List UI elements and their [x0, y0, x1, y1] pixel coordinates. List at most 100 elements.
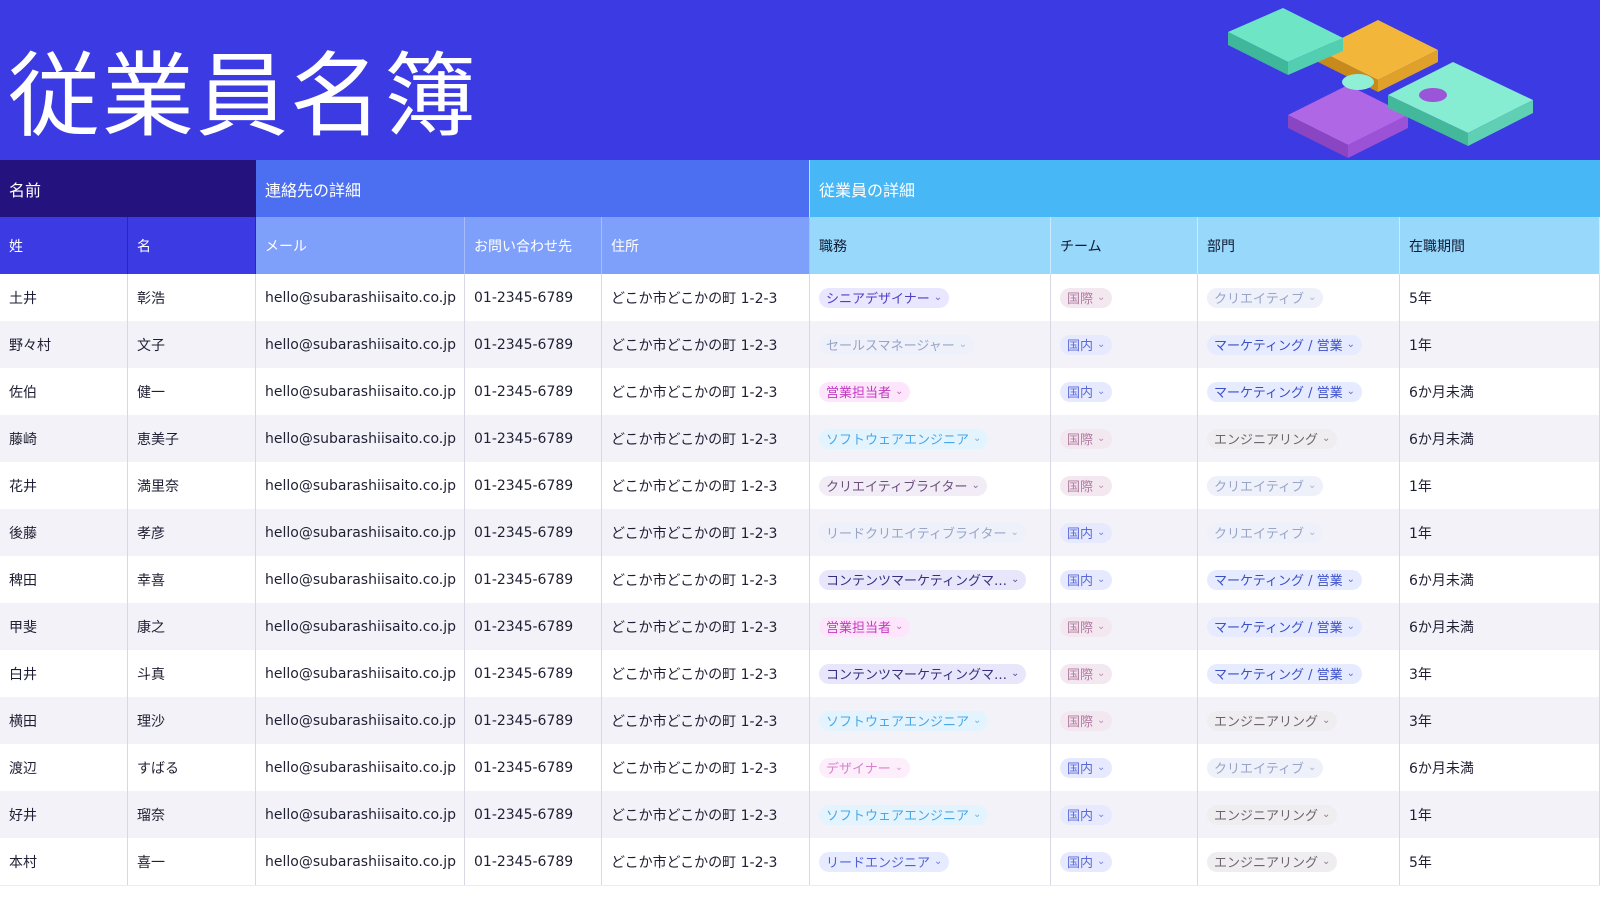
cell-phone[interactable]: 01-2345-6789: [465, 274, 602, 321]
table-row[interactable]: 土井 彰浩 hello@subarashiisaito.co.jp 01-2345-6…: [0, 274, 1600, 322]
column-header-team[interactable]: チーム: [1051, 217, 1198, 274]
cell-address[interactable]: どこか市どこかの町 1-2-3: [602, 462, 810, 509]
dept-dropdown[interactable]: エンジニアリング ⌄: [1207, 428, 1338, 449]
cell-email[interactable]: hello@subarashiisaito.co.jp: [256, 274, 465, 321]
cell-tenure[interactable]: 5年: [1400, 274, 1600, 321]
cell-email[interactable]: hello@subarashiisaito.co.jp: [256, 462, 465, 509]
team-dropdown[interactable]: 国内 ⌄: [1060, 569, 1113, 590]
team-dropdown[interactable]: 国内 ⌄: [1060, 851, 1113, 872]
team-dropdown[interactable]: 国内 ⌄: [1060, 757, 1113, 778]
cell-address[interactable]: どこか市どこかの町 1-2-3: [602, 603, 810, 650]
cell-email[interactable]: hello@subarashiisaito.co.jp: [256, 838, 465, 885]
dept-dropdown[interactable]: クリエイティブ ⌄: [1207, 522, 1324, 543]
dept-dropdown[interactable]: クリエイティブ ⌄: [1207, 475, 1324, 496]
cell-first-name[interactable]: 健一: [128, 368, 256, 415]
cell-last-name[interactable]: 土井: [0, 274, 128, 321]
team-dropdown[interactable]: 国内 ⌄: [1060, 381, 1113, 402]
cell-first-name[interactable]: すばる: [128, 744, 256, 791]
cell-last-name[interactable]: 藤崎: [0, 415, 128, 462]
column-header-tenure[interactable]: 在職期間: [1400, 217, 1600, 274]
dept-dropdown[interactable]: クリエイティブ ⌄: [1207, 757, 1324, 778]
cell-last-name[interactable]: 横田: [0, 697, 128, 744]
cell-phone[interactable]: 01-2345-6789: [465, 744, 602, 791]
table-row[interactable]: 甲斐 康之 hello@subarashiisaito.co.jp 01-2345-6…: [0, 603, 1600, 651]
dept-dropdown[interactable]: マーケティング / 営業 ⌄: [1207, 381, 1362, 402]
cell-tenure[interactable]: 6か月未満: [1400, 415, 1600, 462]
role-dropdown[interactable]: ソフトウェアエンジニア ⌄: [819, 804, 989, 825]
cell-address[interactable]: どこか市どこかの町 1-2-3: [602, 838, 810, 885]
cell-phone[interactable]: 01-2345-6789: [465, 603, 602, 650]
table-row[interactable]: 後藤 孝彦 hello@subarashiisaito.co.jp 01-2345-6…: [0, 509, 1600, 557]
cell-first-name[interactable]: 理沙: [128, 697, 256, 744]
cell-address[interactable]: どこか市どこかの町 1-2-3: [602, 415, 810, 462]
cell-email[interactable]: hello@subarashiisaito.co.jp: [256, 321, 465, 368]
table-row[interactable]: 野々村 文子 hello@subarashiisaito.co.jp 01-2345-…: [0, 321, 1600, 369]
cell-last-name[interactable]: 花井: [0, 462, 128, 509]
cell-phone[interactable]: 01-2345-6789: [465, 556, 602, 603]
cell-last-name[interactable]: 渡辺: [0, 744, 128, 791]
cell-last-name[interactable]: 好井: [0, 791, 128, 838]
role-dropdown[interactable]: クリエイティブライター ⌄: [819, 475, 987, 496]
cell-first-name[interactable]: 文子: [128, 321, 256, 368]
cell-address[interactable]: どこか市どこかの町 1-2-3: [602, 274, 810, 321]
cell-last-name[interactable]: 本村: [0, 838, 128, 885]
table-row[interactable]: 横田 理沙 hello@subarashiisaito.co.jp 01-2345-6…: [0, 697, 1600, 745]
table-row[interactable]: 本村 喜一 hello@subarashiisaito.co.jp 01-2345-6…: [0, 838, 1600, 886]
cell-address[interactable]: どこか市どこかの町 1-2-3: [602, 791, 810, 838]
cell-tenure[interactable]: 6か月未満: [1400, 368, 1600, 415]
cell-tenure[interactable]: 1年: [1400, 791, 1600, 838]
cell-last-name[interactable]: 野々村: [0, 321, 128, 368]
cell-email[interactable]: hello@subarashiisaito.co.jp: [256, 791, 465, 838]
cell-tenure[interactable]: 6か月未満: [1400, 556, 1600, 603]
cell-email[interactable]: hello@subarashiisaito.co.jp: [256, 650, 465, 697]
role-dropdown[interactable]: リードエンジニア ⌄: [819, 851, 950, 872]
cell-last-name[interactable]: 後藤: [0, 509, 128, 556]
cell-email[interactable]: hello@subarashiisaito.co.jp: [256, 603, 465, 650]
cell-email[interactable]: hello@subarashiisaito.co.jp: [256, 556, 465, 603]
dept-dropdown[interactable]: マーケティング / 営業 ⌄: [1207, 616, 1362, 637]
cell-first-name[interactable]: 満里奈: [128, 462, 256, 509]
role-dropdown[interactable]: 営業担当者 ⌄: [819, 616, 911, 637]
cell-phone[interactable]: 01-2345-6789: [465, 791, 602, 838]
table-row[interactable]: 渡辺 すばる hello@subarashiisaito.co.jp 01-2345-…: [0, 744, 1600, 792]
cell-tenure[interactable]: 1年: [1400, 321, 1600, 368]
dept-dropdown[interactable]: マーケティング / 営業 ⌄: [1207, 569, 1362, 590]
cell-phone[interactable]: 01-2345-6789: [465, 368, 602, 415]
cell-email[interactable]: hello@subarashiisaito.co.jp: [256, 509, 465, 556]
dept-dropdown[interactable]: エンジニアリング ⌄: [1207, 710, 1338, 731]
cell-last-name[interactable]: 佐伯: [0, 368, 128, 415]
cell-first-name[interactable]: 康之: [128, 603, 256, 650]
table-row[interactable]: 佐伯 健一 hello@subarashiisaito.co.jp 01-2345-6…: [0, 368, 1600, 416]
role-dropdown[interactable]: コンテンツマーケティングマ… ⌄: [819, 569, 1027, 590]
cell-address[interactable]: どこか市どこかの町 1-2-3: [602, 697, 810, 744]
team-dropdown[interactable]: 国内 ⌄: [1060, 804, 1113, 825]
cell-tenure[interactable]: 1年: [1400, 462, 1600, 509]
dept-dropdown[interactable]: エンジニアリング ⌄: [1207, 851, 1338, 872]
cell-tenure[interactable]: 1年: [1400, 509, 1600, 556]
column-header-role[interactable]: 職務: [810, 217, 1051, 274]
team-dropdown[interactable]: 国内 ⌄: [1060, 522, 1113, 543]
cell-last-name[interactable]: 甲斐: [0, 603, 128, 650]
team-dropdown[interactable]: 国内 ⌄: [1060, 334, 1113, 355]
cell-address[interactable]: どこか市どこかの町 1-2-3: [602, 650, 810, 697]
cell-email[interactable]: hello@subarashiisaito.co.jp: [256, 368, 465, 415]
table-row[interactable]: 稗田 幸喜 hello@subarashiisaito.co.jp 01-2345-6…: [0, 556, 1600, 604]
column-header-phone[interactable]: お問い合わせ先: [465, 217, 602, 274]
cell-last-name[interactable]: 白井: [0, 650, 128, 697]
role-dropdown[interactable]: 営業担当者 ⌄: [819, 381, 911, 402]
dept-dropdown[interactable]: マーケティング / 営業 ⌄: [1207, 663, 1362, 684]
cell-phone[interactable]: 01-2345-6789: [465, 650, 602, 697]
column-header-last[interactable]: 姓: [0, 217, 128, 274]
team-dropdown[interactable]: 国際 ⌄: [1060, 663, 1113, 684]
column-header-dept[interactable]: 部門: [1198, 217, 1400, 274]
cell-phone[interactable]: 01-2345-6789: [465, 509, 602, 556]
cell-first-name[interactable]: 瑠奈: [128, 791, 256, 838]
cell-phone[interactable]: 01-2345-6789: [465, 415, 602, 462]
role-dropdown[interactable]: リードクリエイティブライター ⌄: [819, 522, 1026, 543]
cell-first-name[interactable]: 幸喜: [128, 556, 256, 603]
cell-phone[interactable]: 01-2345-6789: [465, 697, 602, 744]
table-row[interactable]: 白井 斗真 hello@subarashiisaito.co.jp 01-2345-6…: [0, 650, 1600, 698]
cell-first-name[interactable]: 孝彦: [128, 509, 256, 556]
team-dropdown[interactable]: 国際 ⌄: [1060, 287, 1113, 308]
dept-dropdown[interactable]: マーケティング / 営業 ⌄: [1207, 334, 1362, 355]
